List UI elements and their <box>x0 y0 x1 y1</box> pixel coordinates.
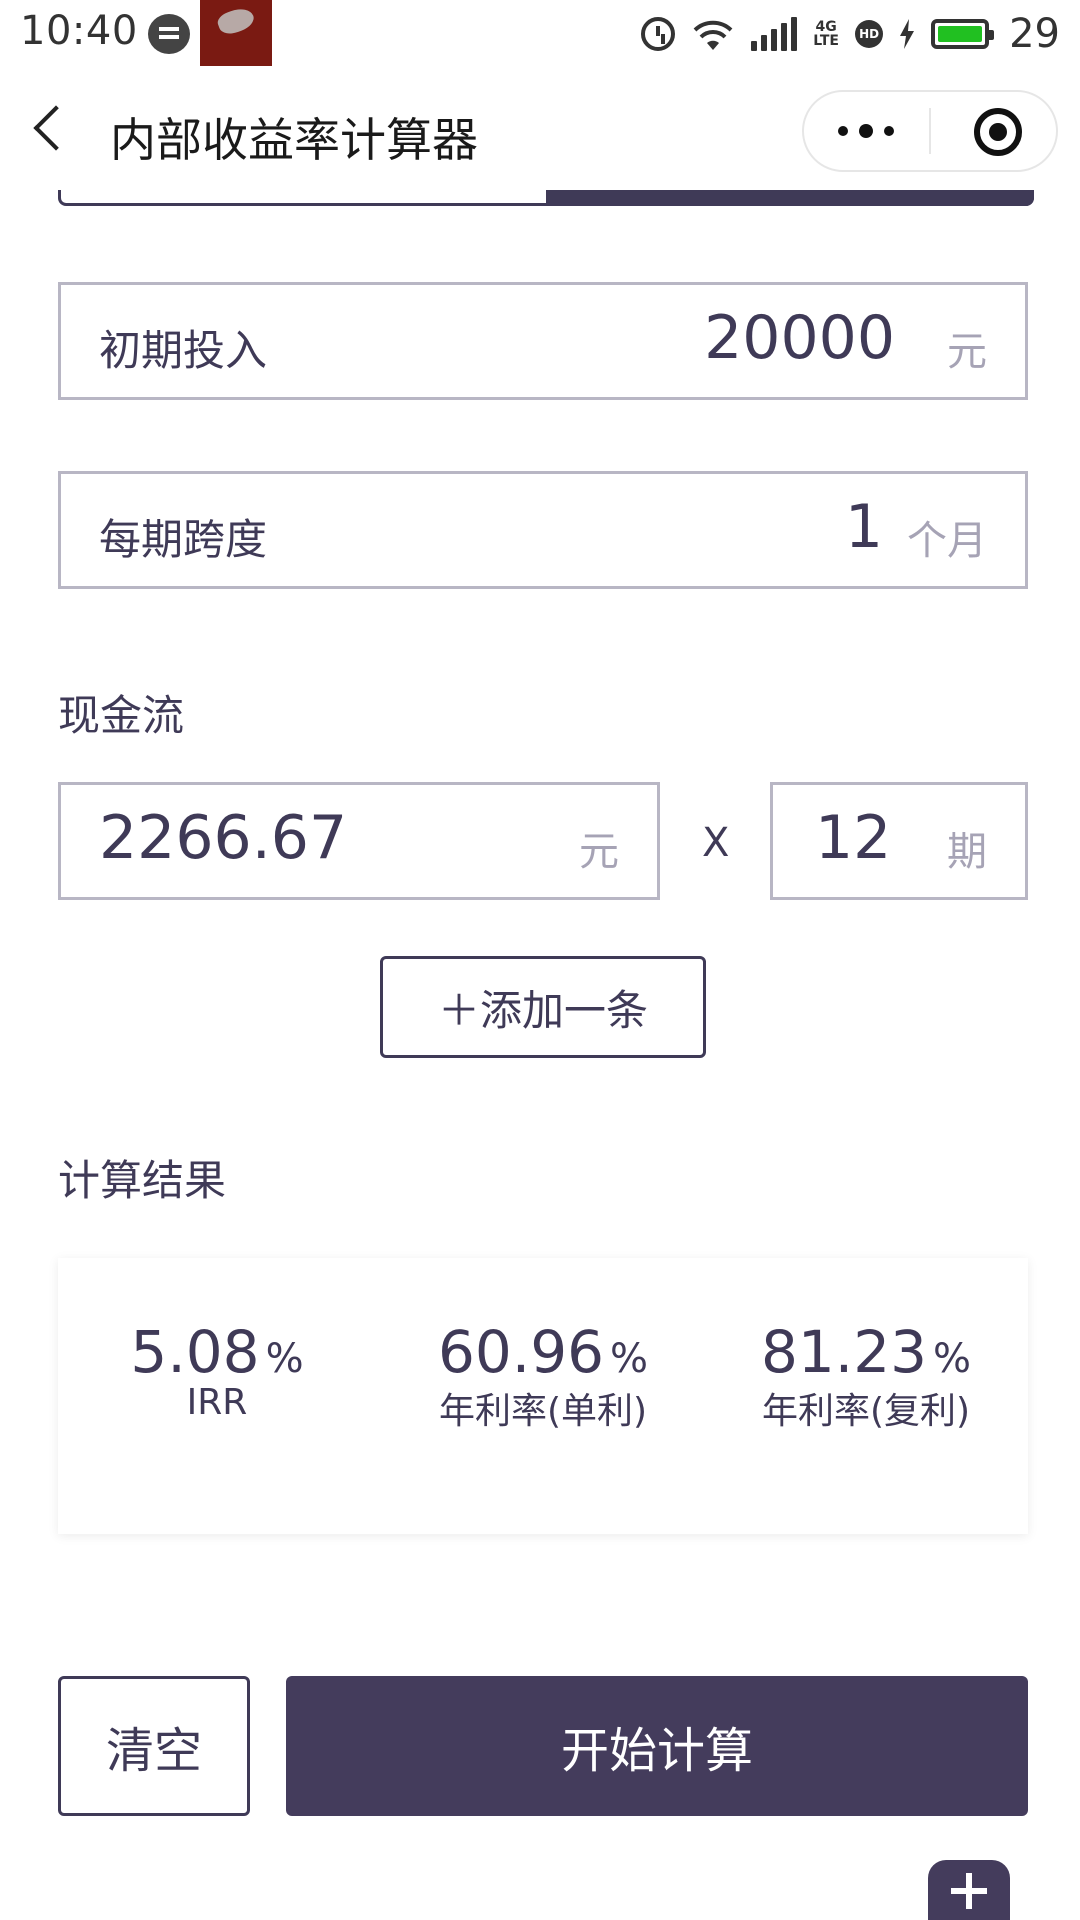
result-irr-unit: % <box>265 1336 304 1382</box>
period-span-unit: 个月 <box>907 518 987 564</box>
result-simple-rate: 60.96% 年利率(单利) <box>393 1318 693 1434</box>
period-span-field[interactable]: 每期跨度 1 个月 <box>58 471 1028 589</box>
target-close-icon[interactable] <box>974 108 1022 156</box>
multiply-sign: X <box>702 820 730 866</box>
cash-flow-periods-value[interactable]: 12 <box>815 803 891 873</box>
alarm-icon <box>641 17 676 51</box>
result-compound-rate: 81.23% 年利率(复利) <box>716 1318 1016 1434</box>
result-irr-value: 5.08 <box>130 1318 260 1386</box>
4g-lte-icon: 4G LTE <box>813 19 839 49</box>
capsule-divider <box>929 108 931 154</box>
initial-investment-value[interactable]: 20000 <box>704 303 895 373</box>
initial-investment-unit: 元 <box>947 329 987 375</box>
cash-flow-amount-unit: 元 <box>579 829 619 875</box>
chevron-left-icon[interactable] <box>33 105 79 151</box>
result-irr-caption: IRR <box>186 1382 248 1423</box>
result-compound-rate-value: 81.23 <box>760 1318 928 1386</box>
clear-button[interactable]: 清空 <box>58 1676 250 1816</box>
status-bar: 10:40 4G LTE HD 29 <box>0 0 1080 68</box>
cash-flow-amount-value[interactable]: 2266.67 <box>99 803 347 873</box>
signal-icon <box>751 17 798 51</box>
charging-icon <box>900 19 915 49</box>
hd-icon: HD <box>855 20 884 48</box>
calculate-button[interactable]: 开始计算 <box>286 1676 1028 1816</box>
result-simple-rate-caption: 年利率(单利) <box>438 1391 648 1432</box>
more-dots-icon[interactable] <box>838 123 894 139</box>
status-time: 10:40 <box>20 8 138 54</box>
results-label: 计算结果 <box>58 1156 227 1205</box>
result-simple-rate-value: 60.96 <box>437 1318 605 1386</box>
status-icons: 4G LTE HD 29 <box>641 8 1060 60</box>
battery-level: 29 <box>1009 11 1060 57</box>
battery-icon <box>931 19 995 49</box>
wifi-icon <box>693 20 733 50</box>
add-cash-flow-button[interactable]: ＋添加一条 <box>380 956 706 1058</box>
initial-investment-field[interactable]: 初期投入 20000 元 <box>58 282 1028 400</box>
chat-bubble-icon <box>148 14 190 54</box>
period-span-value[interactable]: 1 <box>845 492 883 562</box>
notification-thumbnail <box>200 0 272 66</box>
cash-flow-label: 现金流 <box>58 691 185 740</box>
plus-icon[interactable] <box>928 1860 1010 1920</box>
results-card: 5.08% IRR 60.96% 年利率(单利) 81.23% 年利率(复利) <box>58 1258 1028 1534</box>
tab-active-edge <box>546 190 1034 206</box>
result-irr: 5.08% IRR <box>67 1318 367 1423</box>
page-title: 内部收益率计算器 <box>110 113 478 167</box>
cash-flow-periods-field[interactable]: 12 期 <box>770 782 1028 900</box>
initial-investment-label: 初期投入 <box>99 326 268 375</box>
cash-flow-periods-unit: 期 <box>947 829 987 875</box>
result-simple-rate-unit: % <box>610 1336 649 1382</box>
result-compound-rate-unit: % <box>933 1336 972 1382</box>
cash-flow-amount-field[interactable]: 2266.67 元 <box>58 782 660 900</box>
period-span-label: 每期跨度 <box>99 515 268 564</box>
result-compound-rate-caption: 年利率(复利) <box>761 1391 971 1432</box>
